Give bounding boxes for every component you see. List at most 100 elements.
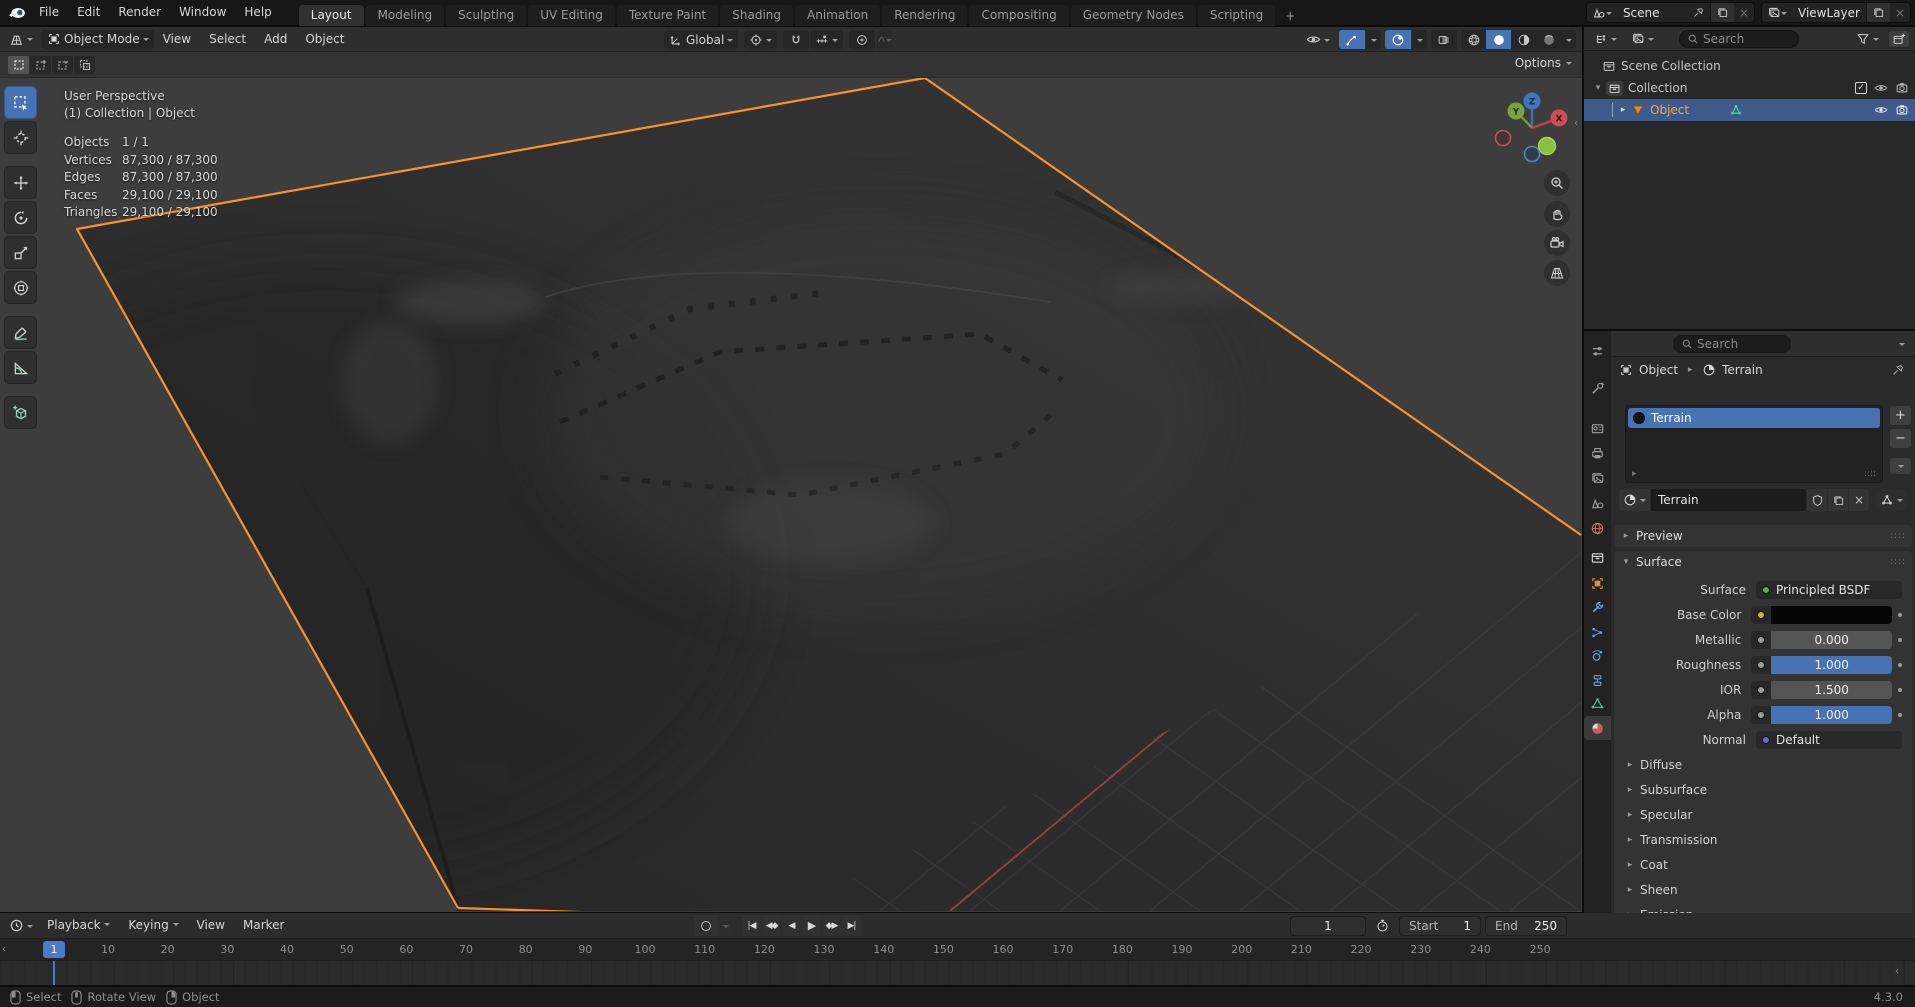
camera-view-button[interactable]	[1544, 230, 1570, 256]
outliner-row-object[interactable]: ▸ Object	[1584, 99, 1915, 121]
menu-view-timeline[interactable]: View	[188, 913, 234, 938]
tab-scene[interactable]	[1584, 491, 1611, 515]
tab-view-layer[interactable]	[1584, 466, 1611, 490]
panel-diffuse[interactable]: ▸Diffuse	[1614, 752, 1912, 777]
preview-panel[interactable]: ▸ Preview ::::	[1614, 525, 1912, 547]
gizmo-axis-x-neg[interactable]	[1496, 131, 1511, 146]
tool-move[interactable]	[4, 166, 37, 199]
breadcrumb-material[interactable]: Terrain	[1722, 363, 1763, 377]
jump-to-start-button[interactable]: |◀	[742, 916, 761, 936]
socket-chip[interactable]	[1751, 681, 1771, 699]
auto-keying-toggle[interactable]	[694, 916, 718, 936]
tab-texture-paint[interactable]: Texture Paint	[617, 5, 718, 26]
menu-marker[interactable]: Marker	[234, 913, 293, 938]
tool-add-cube[interactable]	[4, 396, 37, 429]
navigation-gizmo[interactable]: Z Y X	[1485, 78, 1582, 308]
end-frame-field[interactable]: End 250	[1485, 916, 1567, 936]
tab-particles[interactable]	[1584, 620, 1611, 644]
scene-browse-button[interactable]	[1587, 3, 1617, 22]
tab-animation[interactable]: Animation	[795, 5, 880, 26]
tab-world[interactable]	[1584, 516, 1611, 540]
show-gizmo-toggle[interactable]	[1339, 30, 1365, 49]
tool-cursor[interactable]	[4, 121, 37, 154]
menu-object[interactable]: Object	[296, 27, 353, 52]
tool-select-box[interactable]	[4, 86, 37, 119]
panel-transmission[interactable]: ▸Transmission	[1614, 827, 1912, 852]
view-layer-name[interactable]: ViewLayer	[1792, 6, 1866, 20]
view-layer-browse-button[interactable]	[1762, 3, 1792, 22]
slot-specials-dropdown[interactable]	[1889, 457, 1912, 475]
socket-chip[interactable]	[1751, 631, 1771, 649]
unlink-material-button[interactable]: ×	[1849, 489, 1869, 511]
shading-material-button[interactable]	[1511, 30, 1536, 49]
menu-window[interactable]: Window	[170, 0, 235, 25]
socket-chip[interactable]	[1751, 606, 1771, 624]
timeline-collapse-arrow[interactable]: ‹	[1895, 966, 1899, 977]
auto-keying-dropdown[interactable]	[718, 916, 734, 936]
menu-edit[interactable]: Edit	[68, 0, 109, 25]
expand-icon[interactable]: ▸	[1632, 469, 1637, 479]
normal-menu[interactable]: Default	[1756, 731, 1902, 749]
current-frame-badge[interactable]: 1	[43, 941, 65, 958]
xray-toggle[interactable]	[1431, 30, 1457, 49]
expand-collection-icon[interactable]: ▾	[1592, 83, 1604, 93]
editor-type-button[interactable]	[4, 30, 38, 49]
add-slot-button[interactable]: +	[1889, 405, 1912, 426]
gizmo-axis-z-neg[interactable]	[1525, 147, 1540, 162]
add-workspace-button[interactable]: +	[1277, 6, 1303, 26]
select-extend-button[interactable]	[30, 56, 51, 74]
disable-in-render-icon[interactable]	[1895, 81, 1909, 95]
material-slot-active[interactable]: Terrain	[1628, 408, 1880, 428]
start-frame-field[interactable]: Start 1	[1399, 916, 1481, 936]
snap-target-dropdown[interactable]	[810, 30, 843, 49]
select-intersect-button[interactable]	[74, 56, 95, 74]
outliner-row-scene-collection[interactable]: Scene Collection	[1584, 55, 1915, 77]
select-subtract-button[interactable]	[52, 56, 73, 74]
shading-wireframe-button[interactable]	[1461, 30, 1486, 49]
tab-shading[interactable]: Shading	[720, 5, 793, 26]
animate-dot[interactable]	[1898, 613, 1902, 617]
menu-keying[interactable]: Keying	[119, 913, 187, 938]
playhead[interactable]	[53, 961, 55, 985]
material-slot-list[interactable]: Terrain ▸ ::::	[1625, 405, 1883, 483]
tab-modifiers[interactable]	[1584, 595, 1611, 619]
viewport-canvas[interactable]: User Perspective (1) Collection | Object…	[0, 78, 1582, 911]
proportional-editing-toggle[interactable]	[849, 30, 875, 49]
panel-coat[interactable]: ▸Coat	[1614, 852, 1912, 877]
tab-uv-editing[interactable]: UV Editing	[528, 5, 615, 26]
shading-rendered-button[interactable]	[1536, 30, 1561, 49]
base-color-swatch[interactable]	[1771, 606, 1892, 624]
material-name-field[interactable]: Terrain	[1651, 489, 1806, 511]
timeline-ruler[interactable]: 1020304050607080901001101201301401501601…	[0, 939, 1915, 961]
tab-rendering[interactable]: Rendering	[882, 5, 967, 26]
tab-geometry-nodes[interactable]: Geometry Nodes	[1071, 5, 1196, 26]
animate-dot[interactable]	[1898, 663, 1902, 667]
show-overlays-toggle[interactable]	[1385, 30, 1411, 49]
gizmo-axis-y-neg[interactable]	[1539, 138, 1556, 155]
delete-view-layer-button[interactable]: ×	[1890, 3, 1910, 22]
panel-sheen[interactable]: ▸Sheen	[1614, 877, 1912, 902]
fake-user-button[interactable]	[1807, 489, 1827, 511]
zoom-view-button[interactable]	[1544, 170, 1570, 196]
pivot-point-dropdown[interactable]	[744, 30, 777, 49]
tab-scripting[interactable]: Scripting	[1198, 5, 1275, 26]
next-keyframe-button[interactable]: ◆▶	[822, 916, 841, 936]
menu-render[interactable]: Render	[109, 0, 170, 25]
timeline-editor-type-button[interactable]	[4, 916, 38, 935]
tool-transform[interactable]	[4, 271, 37, 304]
tab-compositing[interactable]: Compositing	[969, 5, 1068, 26]
hide-in-viewport-icon[interactable]	[1874, 81, 1888, 95]
current-frame-field[interactable]: 1	[1290, 916, 1366, 936]
proportional-falloff-dropdown[interactable]	[877, 30, 892, 49]
tab-constraints[interactable]	[1584, 668, 1611, 692]
collection-checkbox[interactable]: ✓	[1855, 82, 1867, 94]
properties-options-dropdown[interactable]	[1899, 343, 1905, 349]
node-tree-dropdown[interactable]	[1876, 489, 1907, 511]
alpha-slider[interactable]: 1.000	[1771, 706, 1892, 724]
tab-collection[interactable]	[1584, 545, 1611, 569]
jump-to-end-button[interactable]: ▶|	[842, 916, 861, 936]
tab-physics[interactable]	[1584, 643, 1611, 667]
mode-dropdown[interactable]: Object Mode	[42, 30, 154, 49]
ruler-left-arrow[interactable]: ‹	[2, 944, 6, 955]
properties-editor-type-icon[interactable]	[1584, 339, 1611, 363]
